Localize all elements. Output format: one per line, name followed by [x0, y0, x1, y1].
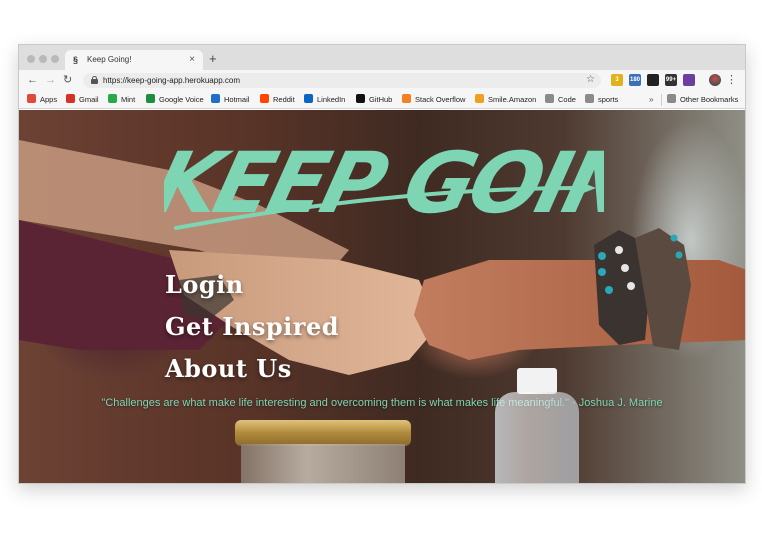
bookmark-linkedin[interactable]: LinkedIn: [304, 94, 345, 106]
bookmark-label: Gmail: [79, 95, 99, 104]
bookmark-label: sports: [598, 95, 619, 104]
bookmark-label: Reddit: [273, 95, 295, 104]
bookmark-label: LinkedIn: [317, 95, 346, 104]
bookmark-label: Hotmail: [224, 95, 250, 104]
bookmark-star-icon[interactable]: ☆: [586, 74, 595, 86]
bookmark-github[interactable]: GitHub: [356, 94, 392, 106]
nav-get-inspired-link[interactable]: Get Inspired: [165, 310, 425, 344]
back-arrow-icon[interactable]: ←: [27, 73, 38, 87]
keep-going-logo: KEEP GOING: [164, 135, 604, 232]
bookmark-hotmail[interactable]: Hotmail: [211, 94, 249, 106]
tab-title: Keep Going!: [87, 55, 132, 64]
tab-close-icon[interactable]: ×: [189, 54, 195, 65]
chrome-menu-icon[interactable]: ⋮: [726, 73, 737, 87]
browser-toolbar: ← → ↻ https://keep-going-app.herokuapp.c…: [19, 70, 745, 91]
address-url[interactable]: https://keep-going-app.herokuapp.com: [103, 75, 240, 86]
stackoverflow-icon: [402, 94, 411, 103]
bookmark-label: Other Bookmarks: [680, 95, 739, 104]
window-minimize-dot[interactable]: [39, 55, 47, 63]
mason-jar-photo-detail: [235, 420, 411, 483]
nav-about-us-link[interactable]: About Us: [165, 352, 425, 386]
extension-3-icon[interactable]: [647, 74, 659, 86]
address-bar[interactable]: https://keep-going-app.herokuapp.com ☆: [83, 73, 601, 88]
nav-login-link[interactable]: Login: [165, 268, 425, 302]
bookmark-google-voice[interactable]: Google Voice: [146, 94, 204, 106]
bookmark-label: Stack Overflow: [415, 95, 466, 104]
bookmark-code[interactable]: Code: [545, 94, 576, 106]
browser-window: § Keep Going! × + ← → ↻ https://keep-goi…: [18, 44, 746, 484]
bookmark-label: Smile.Amazon: [488, 95, 537, 104]
gmail-icon: [66, 94, 75, 103]
tab-strip: § Keep Going! × +: [19, 45, 745, 70]
bookmark-label: Mint: [121, 95, 136, 104]
reddit-icon: [260, 94, 269, 103]
apps-grid-icon: [27, 94, 36, 103]
inspirational-quote: "Challenges are what make life interesti…: [101, 397, 663, 409]
folder-icon: [545, 94, 554, 103]
mint-icon: [108, 94, 117, 103]
reload-icon[interactable]: ↻: [63, 73, 72, 87]
bookmark-label: Code: [558, 95, 576, 104]
bookmarks-divider: [661, 94, 662, 106]
bookmarks-bar: Apps Gmail Mint Google Voice Hotmail Reddit Li…: [19, 91, 745, 109]
bookmark-gmail[interactable]: Gmail: [66, 94, 99, 106]
water-bottle-photo-detail: [495, 368, 579, 483]
bookmark-apps[interactable]: Apps: [27, 94, 57, 106]
bookmark-sports[interactable]: sports: [585, 94, 618, 106]
bookmark-label: Google Voice: [159, 95, 204, 104]
bookmark-stack-overflow[interactable]: Stack Overflow: [402, 94, 465, 106]
extension-1-icon[interactable]: 3: [611, 74, 623, 86]
bookmarks-overflow-chevron-icon[interactable]: »: [649, 94, 653, 106]
tab-keep-going[interactable]: § Keep Going! ×: [65, 50, 203, 70]
amazon-icon: [475, 94, 484, 103]
folder-icon: [585, 94, 594, 103]
extension-2-icon[interactable]: 180: [629, 74, 641, 86]
extension-5-icon[interactable]: [683, 74, 695, 86]
lock-icon: [91, 76, 98, 84]
bookmark-reddit[interactable]: Reddit: [260, 94, 295, 106]
forward-arrow-icon[interactable]: →: [45, 73, 56, 87]
new-tab-button[interactable]: +: [209, 52, 217, 65]
github-icon: [356, 94, 365, 103]
google-voice-icon: [146, 94, 155, 103]
bookmark-mint[interactable]: Mint: [108, 94, 135, 106]
bookmark-label: Apps: [40, 95, 58, 104]
extension-4-icon[interactable]: 99+: [665, 74, 677, 86]
window-close-dot[interactable]: [27, 55, 35, 63]
linkedin-icon: [304, 94, 313, 103]
outlook-icon: [211, 94, 220, 103]
keep-going-favicon-icon: §: [73, 55, 79, 65]
bookmark-other-bookmarks[interactable]: Other Bookmarks: [667, 94, 738, 106]
folder-icon: [667, 94, 676, 103]
hero-background: KEEP GOING Login Get Inspired About Us "…: [19, 110, 745, 483]
profile-avatar[interactable]: [709, 74, 721, 86]
bookmark-label: GitHub: [369, 95, 393, 104]
bookmark-smile-amazon[interactable]: Smile.Amazon: [475, 94, 536, 106]
window-zoom-dot[interactable]: [51, 55, 59, 63]
